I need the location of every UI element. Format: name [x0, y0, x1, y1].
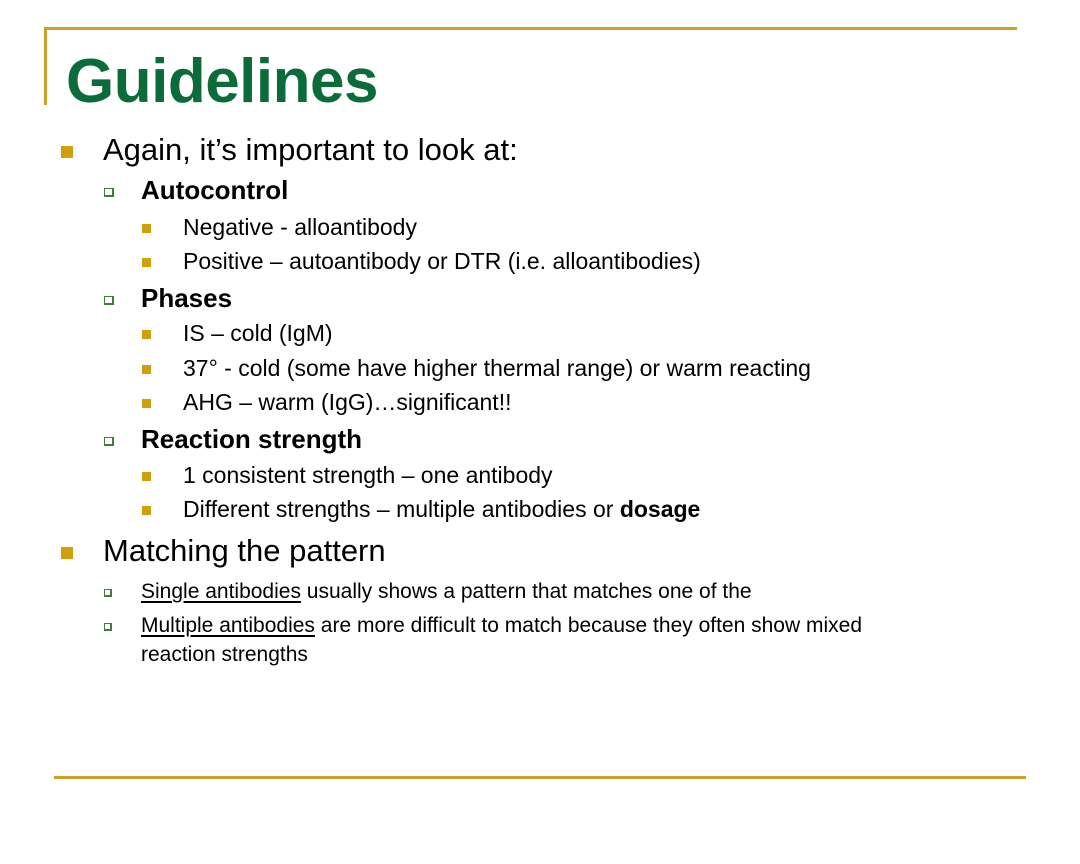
slide-title: Guidelines	[66, 47, 378, 116]
top-border-rule	[44, 27, 1017, 30]
detail-text: Different strengths – multiple antibodie…	[183, 495, 700, 523]
detail-text: Negative - alloantibody	[183, 214, 417, 240]
square-bullet-icon	[61, 547, 73, 559]
hollow-square-bullet-icon	[104, 623, 112, 631]
bullet-text: Again, it’s important to look at:	[103, 132, 518, 167]
bottom-border-rule	[54, 776, 1026, 779]
detail-text: IS – cold (IgM)	[183, 320, 333, 346]
hollow-square-bullet-icon	[104, 437, 114, 446]
detail-text: Positive – autoantibody or DTR (i.e. all…	[183, 248, 701, 274]
hollow-square-bullet-icon	[104, 296, 114, 305]
sub-bullet-text: Single antibodies usually shows a patter…	[141, 577, 752, 606]
left-border-rule	[44, 27, 47, 105]
detail-text-regular: Different strengths – multiple antibodie…	[183, 496, 620, 522]
hollow-square-bullet-icon	[104, 188, 114, 197]
square-bullet-icon	[142, 365, 151, 374]
sub-bullet-continuation-text: reaction strengths	[141, 643, 308, 666]
sub-bullet-text: Multiple antibodies are more difficult t…	[141, 611, 862, 640]
bullet-text: Matching the pattern	[103, 533, 386, 568]
square-bullet-icon	[142, 472, 151, 481]
detail-text: 37° - cold (some have higher thermal ran…	[183, 355, 811, 381]
hollow-square-bullet-icon	[104, 589, 112, 597]
sub-bullet-heading: Reaction strength	[141, 424, 363, 454]
sub-bullet-rest: usually shows a pattern that matches one…	[300, 580, 752, 603]
square-bullet-icon	[142, 506, 151, 515]
underlined-term: Multiple antibodies	[141, 614, 315, 637]
square-bullet-icon	[61, 146, 73, 158]
square-bullet-icon	[142, 258, 151, 267]
square-bullet-icon	[142, 399, 151, 408]
sub-bullet-heading: Autocontrol	[141, 175, 289, 205]
emphasis-dosage: dosage	[619, 496, 701, 522]
square-bullet-icon	[142, 224, 151, 233]
underlined-term: Single antibodies	[141, 580, 301, 603]
sub-bullet-heading: Phases	[141, 283, 233, 313]
detail-text: 1 consistent strength – one antibody	[183, 462, 553, 488]
square-bullet-icon	[142, 330, 151, 339]
sub-bullet-rest: are more difficult to match because they…	[314, 614, 862, 637]
detail-text: AHG – warm (IgG)…significant!!	[183, 389, 512, 415]
